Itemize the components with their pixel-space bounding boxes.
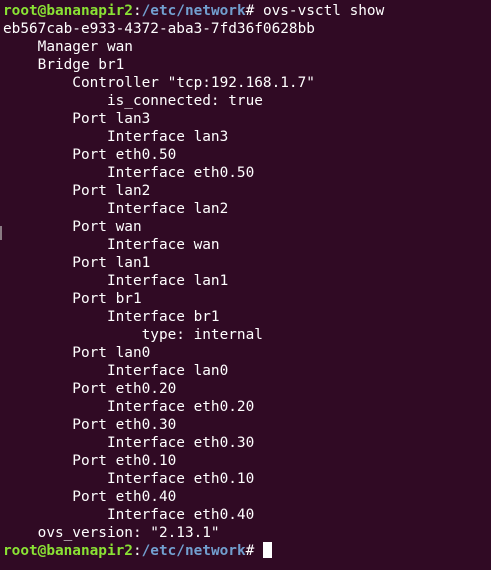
output-line: Interface lan3 [3,129,229,145]
output-line: Port br1 [3,291,142,307]
output-line: Interface eth0.50 [3,165,255,181]
output-line: Interface lan0 [3,363,229,379]
output-line: Port eth0.40 [3,489,177,505]
output-line: Interface lan1 [3,273,229,289]
output-line: Port lan2 [3,183,151,199]
output-line: Interface lan2 [3,201,229,217]
output-line: Port eth0.50 [3,147,177,163]
output-line: Interface br1 [3,309,220,325]
prompt-path: /etc/network [141,3,246,19]
text-cursor [262,542,272,558]
command-line: root@bananapir2:/etc/network# ovs-vsctl … [3,2,491,20]
terminal-output[interactable]: root@bananapir2:/etc/network# ovs-vsctl … [3,2,491,560]
output-line: type: internal [3,327,263,343]
prompt-separator: : [132,3,142,19]
prompt-user-host: root@bananapir2 [3,543,133,559]
scroll-marker [0,226,2,240]
output-line: Port lan0 [3,345,151,361]
prompt-symbol: # [245,3,263,19]
output-line: Interface eth0.30 [3,435,255,451]
output-line: eb567cab-e933-4372-aba3-7fd36f0628bb [3,21,315,37]
terminal-window[interactable]: root@bananapir2:/etc/network# ovs-vsctl … [0,0,491,570]
output-line: Port eth0.20 [3,381,177,397]
command-output: eb567cab-e933-4372-aba3-7fd36f0628bb Man… [3,20,491,542]
output-line: Interface eth0.10 [3,471,255,487]
active-prompt-line[interactable]: root@bananapir2:/etc/network# [3,542,491,560]
output-line: is_connected: true [3,93,263,109]
prompt-separator: : [132,543,142,559]
output-line: Manager wan [3,39,133,55]
output-line: Interface eth0.40 [3,507,255,523]
output-line: Port eth0.10 [3,453,177,469]
output-line: Port eth0.30 [3,417,177,433]
output-line: Controller "tcp:192.168.1.7" [3,75,315,91]
output-line: Port lan1 [3,255,151,271]
command-text: ovs-vsctl show [262,3,385,19]
output-line: Port wan [3,219,142,235]
prompt-symbol: # [245,543,263,559]
output-line: Interface eth0.20 [3,399,255,415]
output-line: Interface wan [3,237,220,253]
output-line: Bridge br1 [3,57,125,73]
prompt-user-host: root@bananapir2 [3,3,133,19]
prompt-path: /etc/network [141,543,246,559]
output-line: Port lan3 [3,111,151,127]
output-line: ovs_version: "2.13.1" [3,525,220,541]
